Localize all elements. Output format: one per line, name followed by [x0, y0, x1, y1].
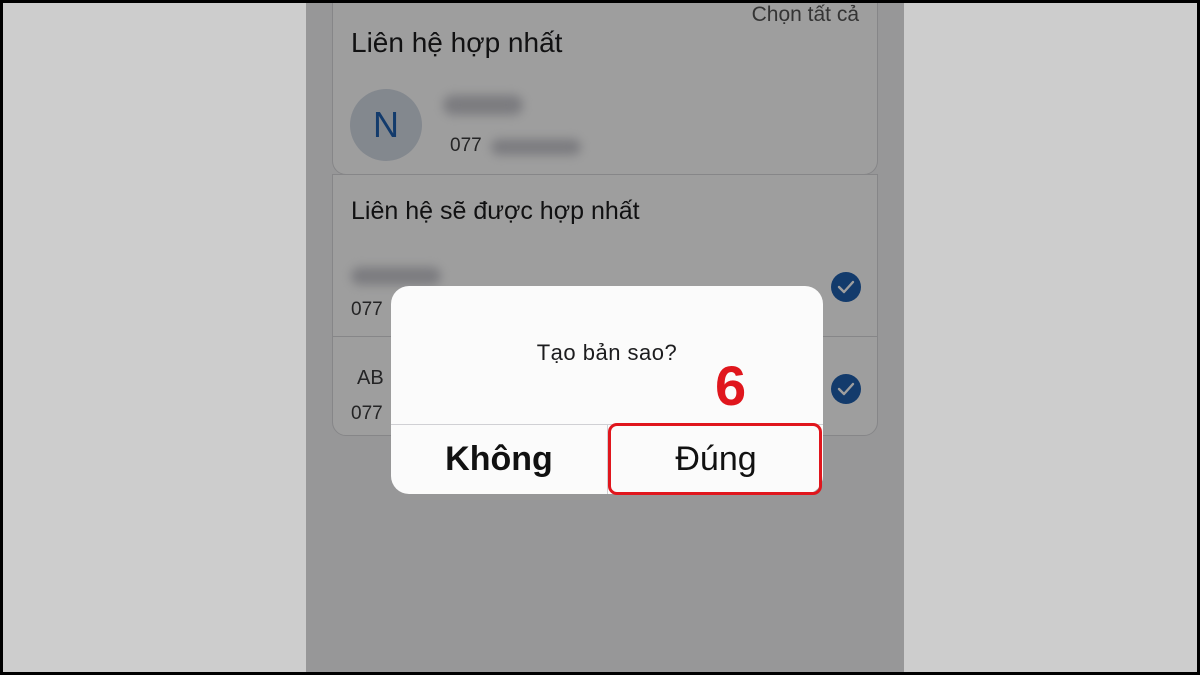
step-number: 6 — [715, 354, 747, 417]
dialog-message: Tạo bản sao? — [536, 340, 678, 365]
yes-button-highlight — [608, 423, 822, 495]
screenshot-frame: Chọn tất cả Liên hệ hợp nhất N 077 Liên … — [3, 3, 1197, 672]
no-button[interactable]: Không — [391, 425, 607, 494]
